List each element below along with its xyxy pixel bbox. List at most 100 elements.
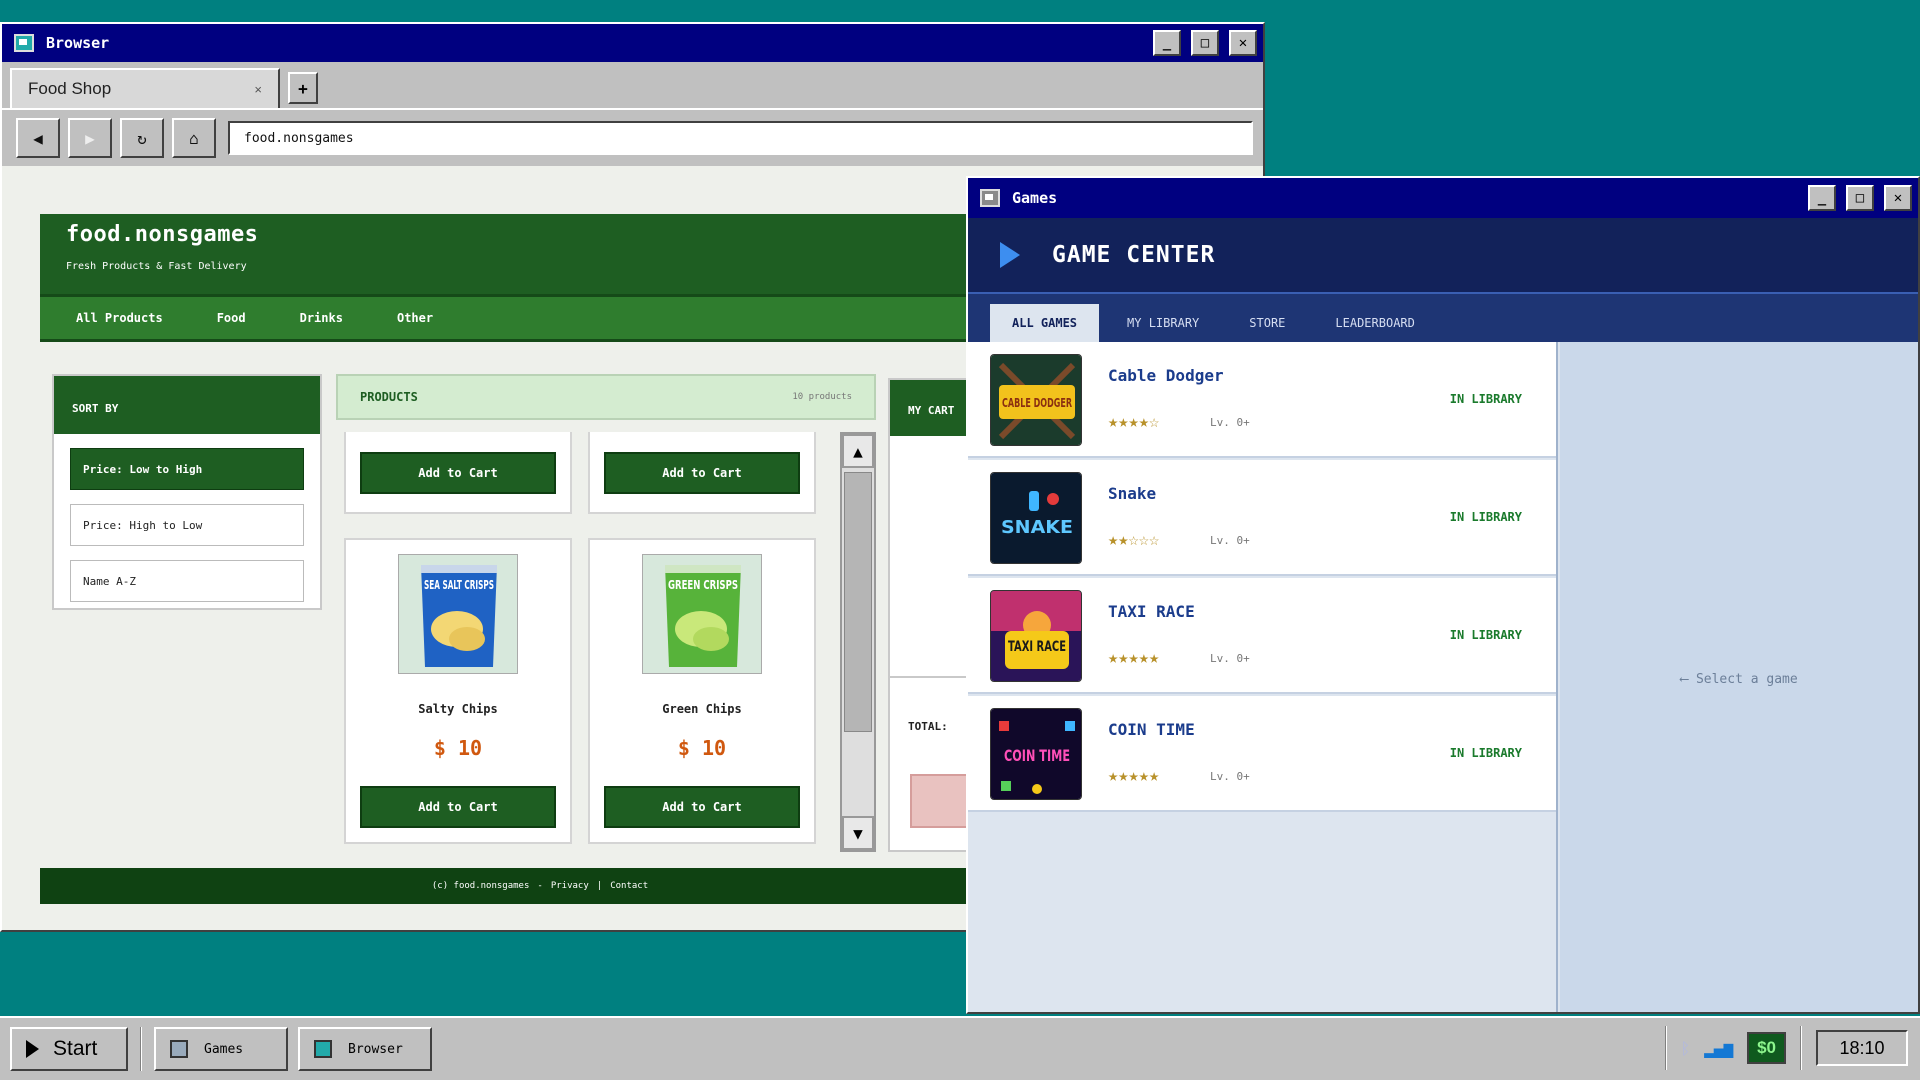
game-title: Cable Dodger (1108, 366, 1224, 385)
chips-bag-green-icon: GREEN CRISPS (643, 555, 761, 673)
sort-option-price-high-low[interactable]: Price: High to Low (70, 504, 304, 546)
games-app-icon (980, 189, 1000, 207)
browser-minimize-button[interactable]: _ (1153, 30, 1181, 56)
product-price: $ 10 (433, 736, 483, 760)
game-thumbnail: COIN TIME (990, 708, 1082, 800)
reload-button[interactable]: ↻ (120, 118, 164, 158)
games-minimize-button[interactable]: _ (1808, 185, 1836, 211)
products-header: PRODUCTS 10 products (336, 374, 876, 420)
library-status-badge: IN LIBRARY (1449, 510, 1522, 524)
library-status-badge: IN LIBRARY (1449, 392, 1522, 406)
game-center-tabs: ALL GAMES MY LIBRARY STORE LEADERBOARD (968, 294, 1918, 342)
footer-contact-link[interactable]: Contact (610, 881, 648, 891)
bluetooth-icon[interactable]: ᛒ (1681, 1039, 1691, 1058)
star-rating: ★★☆☆☆ (1108, 530, 1160, 550)
taskbar: Start Games Browser ᛒ ▂▄▆ $0 18:10 (0, 1016, 1920, 1080)
game-item-coin-time[interactable]: COIN TIME COIN TIME ★★★★★ Lv. 0+ IN LIBR… (968, 696, 1556, 812)
game-item-snake[interactable]: SNAKE Snake ★★☆☆☆ Lv. 0+ IN LIBRARY (968, 460, 1556, 576)
clock[interactable]: 18:10 (1816, 1030, 1908, 1066)
site-footer: (c) food.nonsgames - Privacy | Contact (40, 868, 1040, 904)
nav-drinks[interactable]: Drinks (300, 311, 343, 325)
taxi-race-thumbnail-icon: TAXI RACE (991, 591, 1081, 681)
product-price: $ 10 (677, 736, 727, 760)
add-to-cart-button[interactable]: Add to Cart (604, 786, 800, 828)
site-header: food.nonsgames Fresh Products & Fast Del… (40, 214, 1040, 294)
game-item-taxi-race[interactable]: TAXI RACE TAXI RACE ★★★★★ Lv. 0+ IN LIBR… (968, 578, 1556, 694)
nav-food[interactable]: Food (217, 311, 246, 325)
scroll-up-arrow-icon[interactable]: ▲ (842, 434, 874, 468)
game-center-body: CABLE DODGER Cable Dodger ★★★★☆ Lv. 0+ I… (968, 342, 1918, 1012)
game-list: CABLE DODGER Cable Dodger ★★★★☆ Lv. 0+ I… (968, 342, 1558, 1012)
product-name[interactable]: Green Chips (590, 702, 814, 716)
sort-panel: SORT BY Price: Low to High Price: High t… (52, 374, 322, 610)
chips-package-text: GREEN CRISPS (668, 578, 738, 592)
taskbar-separator (1800, 1026, 1802, 1070)
add-to-cart-button[interactable]: Add to Cart (604, 452, 800, 494)
cable-dodger-thumbnail-icon: CABLE DODGER (991, 355, 1081, 445)
start-button[interactable]: Start (10, 1027, 128, 1071)
signal-icon[interactable]: ▂▄▆ (1704, 1039, 1733, 1058)
games-maximize-button[interactable]: □ (1846, 185, 1874, 211)
url-bar[interactable]: food.nonsgames (228, 121, 1253, 155)
library-status-badge: IN LIBRARY (1449, 746, 1522, 760)
forward-button[interactable]: ▶ (68, 118, 112, 158)
add-to-cart-button[interactable]: Add to Cart (360, 452, 556, 494)
game-level: Lv. 0+ (1210, 652, 1250, 665)
chips-package-text: SEA SALT CRISPS (424, 578, 494, 592)
taskbar-separator (1664, 1026, 1667, 1070)
taskbar-item-browser[interactable]: Browser (298, 1027, 432, 1071)
taskbar-separator (140, 1027, 142, 1071)
sort-option-price-low-high[interactable]: Price: Low to High (70, 448, 304, 490)
game-title: COIN TIME (1108, 720, 1195, 739)
tab-close-icon[interactable]: × (254, 82, 262, 97)
select-game-hint: ⟵ Select a game (1680, 672, 1798, 687)
thumbnail-text: COIN TIME (1004, 746, 1070, 765)
browser-titlebar[interactable]: Browser _ □ ✕ (2, 24, 1263, 62)
games-close-button[interactable]: ✕ (1884, 185, 1912, 211)
back-button[interactable]: ◀ (16, 118, 60, 158)
tab-all-games[interactable]: ALL GAMES (990, 304, 1100, 342)
footer-copyright: (c) food.nonsgames (431, 881, 530, 891)
browser-window-title: Browser (46, 34, 110, 52)
tab-leaderboard[interactable]: LEADERBOARD (1313, 304, 1436, 342)
product-name[interactable]: Salty Chips (346, 702, 570, 716)
play-icon (1000, 242, 1020, 268)
product-image-salty-chips[interactable]: SEA SALT CRISPS (398, 554, 518, 674)
snake-thumbnail-icon: SNAKE (991, 473, 1081, 563)
browser-tab[interactable]: Food Shop × (10, 68, 280, 108)
home-button[interactable]: ⌂ (172, 118, 216, 158)
taskbar-item-games[interactable]: Games (154, 1027, 288, 1071)
browser-maximize-button[interactable]: □ (1191, 30, 1219, 56)
game-thumbnail: TAXI RACE (990, 590, 1082, 682)
thumbnail-text: TAXI RACE (1008, 639, 1066, 655)
game-center-title: GAME CENTER (1052, 242, 1216, 268)
products-scrollbar[interactable]: ▲ ▼ (840, 432, 876, 852)
add-to-cart-button[interactable]: Add to Cart (360, 786, 556, 828)
tab-store[interactable]: STORE (1227, 304, 1307, 342)
footer-privacy-link[interactable]: Privacy (551, 881, 589, 891)
nav-all-products[interactable]: All Products (76, 311, 163, 325)
game-title: TAXI RACE (1108, 602, 1195, 621)
wallet-balance[interactable]: $0 (1747, 1032, 1786, 1064)
tab-my-library[interactable]: MY LIBRARY (1105, 304, 1221, 342)
sort-option-name-az[interactable]: Name A-Z (70, 560, 304, 602)
game-item-cable-dodger[interactable]: CABLE DODGER Cable Dodger ★★★★☆ Lv. 0+ I… (968, 342, 1556, 458)
taskbar-item-label: Games (204, 1041, 244, 1057)
browser-close-button[interactable]: ✕ (1229, 30, 1257, 56)
site-title[interactable]: food.nonsgames (66, 222, 1014, 247)
browser-tab-title: Food Shop (28, 79, 112, 98)
nav-other[interactable]: Other (397, 311, 433, 325)
browser-navbar: ◀ ▶ ↻ ⌂ food.nonsgames (2, 108, 1263, 166)
sort-heading: SORT BY (54, 376, 320, 434)
browser-app-icon (14, 34, 34, 52)
scroll-down-arrow-icon[interactable]: ▼ (842, 816, 874, 850)
start-label: Start (53, 1037, 98, 1060)
scrollbar-thumb[interactable] (844, 472, 872, 732)
product-image-green-chips[interactable]: GREEN CRISPS (642, 554, 762, 674)
thumbnail-text: CABLE DODGER (1002, 396, 1072, 410)
browser-app-icon (314, 1040, 332, 1058)
star-rating: ★★★★★ (1108, 648, 1160, 668)
new-tab-button[interactable]: + (288, 72, 318, 104)
product-card-salty-chips: SEA SALT CRISPS Salty Chips $ 10 Add to … (344, 538, 572, 844)
games-titlebar[interactable]: Games _ □ ✕ (968, 178, 1918, 218)
